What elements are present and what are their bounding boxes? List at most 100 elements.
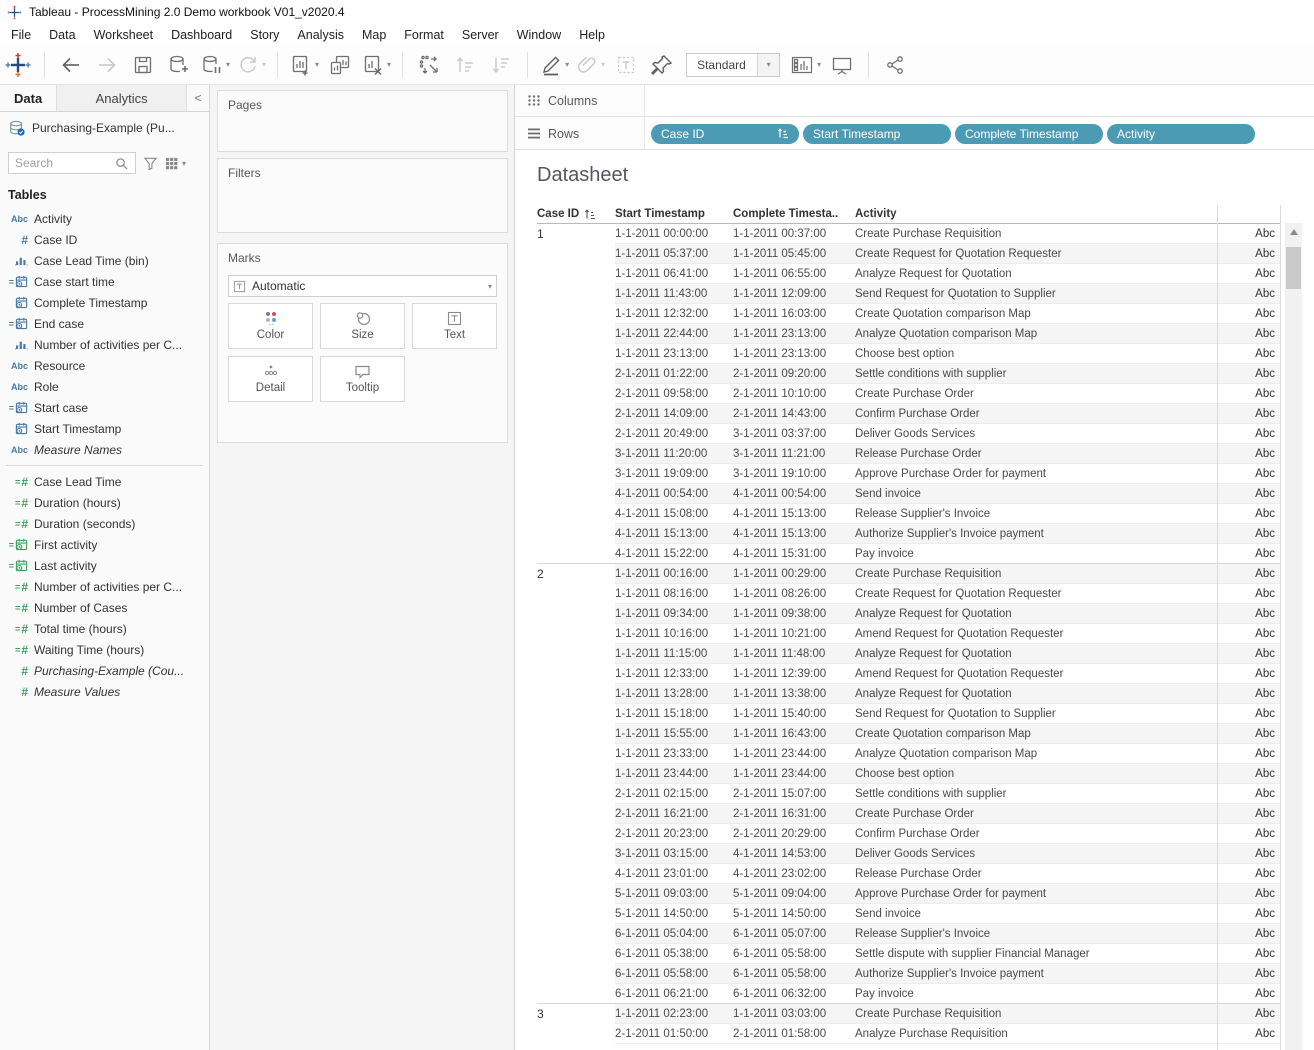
complete-timestamp-cell[interactable]: 4-1-2011 15:13:00 [733, 504, 855, 524]
menu-format[interactable]: Format [395, 26, 453, 44]
case-id-cell[interactable] [537, 864, 615, 884]
view-options-button[interactable]: ▾ [165, 156, 186, 170]
abc-mark-cell[interactable]: Abc [1217, 444, 1280, 464]
case-id-cell[interactable] [537, 604, 615, 624]
field-item[interactable]: =#Duration (hours) [0, 492, 209, 513]
field-item[interactable]: =#Waiting Time (hours) [0, 639, 209, 660]
text-button[interactable]: Text [412, 303, 497, 349]
case-id-cell[interactable] [537, 784, 615, 804]
start-timestamp-cell[interactable]: 1-1-2011 09:34:00 [615, 604, 733, 624]
complete-timestamp-cell[interactable]: 1-1-2011 12:09:00 [733, 284, 855, 304]
complete-timestamp-cell[interactable]: 1-1-2011 11:48:00 [733, 644, 855, 664]
abc-mark-cell[interactable]: Abc [1217, 524, 1280, 544]
start-timestamp-cell[interactable]: 1-1-2011 06:41:00 [615, 264, 733, 284]
case-id-cell[interactable] [537, 544, 615, 564]
abc-mark-cell[interactable]: Abc [1217, 924, 1280, 944]
case-id-cell[interactable] [537, 444, 615, 464]
tab-analytics[interactable]: Analytics [56, 85, 187, 111]
activity-cell[interactable]: Choose best option [855, 344, 1217, 364]
complete-timestamp-cell[interactable]: 1-1-2011 09:38:00 [733, 604, 855, 624]
sort-descending-button[interactable] [486, 50, 516, 80]
abc-mark-cell[interactable]: Abc [1217, 244, 1280, 264]
activity-cell[interactable]: Approve Purchase Order for payment [855, 884, 1217, 904]
case-id-cell[interactable] [537, 484, 615, 504]
abc-mark-cell[interactable]: Abc [1217, 604, 1280, 624]
menu-window[interactable]: Window [508, 26, 570, 44]
field-item[interactable]: =#Case Lead Time [0, 471, 209, 492]
start-timestamp-cell[interactable]: 2-1-2011 09:58:00 [615, 384, 733, 404]
activity-cell[interactable]: Amend Request for Quotation Requester [855, 624, 1217, 644]
case-id-cell[interactable] [537, 924, 615, 944]
complete-timestamp-cell[interactable]: 1-1-2011 06:55:00 [733, 264, 855, 284]
rows-shelf-content[interactable]: Case IDStart TimestampComplete Timestamp… [645, 118, 1314, 149]
case-id-cell[interactable] [537, 904, 615, 924]
complete-timestamp-cell[interactable]: 4-1-2011 14:53:00 [733, 844, 855, 864]
activity-cell[interactable]: Create Request for Quotation Requester [855, 584, 1217, 604]
data-source-item[interactable]: Purchasing-Example (Pu... [0, 114, 209, 142]
complete-timestamp-cell[interactable]: 6-1-2011 05:07:00 [733, 924, 855, 944]
activity-cell[interactable]: Authorize Supplier's Invoice payment [855, 524, 1217, 544]
complete-timestamp-cell[interactable]: 6-1-2011 05:58:00 [733, 964, 855, 984]
case-id-cell[interactable] [537, 1024, 615, 1044]
abc-mark-cell[interactable]: Abc [1217, 1004, 1280, 1024]
activity-cell[interactable]: Create Purchase Order [855, 384, 1217, 404]
rows-shelf[interactable]: Rows Case IDStart TimestampComplete Time… [515, 118, 1314, 150]
filter-fields-button[interactable] [143, 156, 158, 170]
case-id-cell[interactable] [537, 424, 615, 444]
abc-mark-cell[interactable]: Abc [1217, 504, 1280, 524]
color-button[interactable]: Color [228, 303, 313, 349]
activity-cell[interactable]: Send Request for Quotation to Supplier [855, 284, 1217, 304]
activity-cell[interactable]: Confirm Purchase Order [855, 824, 1217, 844]
field-item[interactable]: =#Duration (seconds) [0, 513, 209, 534]
abc-mark-cell[interactable]: Abc [1217, 724, 1280, 744]
case-id-cell[interactable] [537, 664, 615, 684]
abc-mark-cell[interactable]: Abc [1217, 644, 1280, 664]
start-timestamp-cell[interactable]: 6-1-2011 05:38:00 [615, 944, 733, 964]
case-id-cell[interactable] [537, 364, 615, 384]
activity-cell[interactable]: Analyze Request for Quotation [855, 604, 1217, 624]
case-id-cell[interactable]: 3 [537, 1004, 615, 1024]
search-input[interactable] [9, 156, 115, 170]
column-header-activity[interactable]: Activity [855, 205, 1217, 224]
case-id-cell[interactable] [537, 944, 615, 964]
case-id-cell[interactable] [537, 724, 615, 744]
complete-timestamp-cell[interactable]: 1-1-2011 05:45:00 [733, 244, 855, 264]
menu-map[interactable]: Map [353, 26, 395, 44]
new-worksheet-button[interactable]: ▾ [289, 50, 319, 80]
highlight-button[interactable]: ▾ [539, 50, 569, 80]
activity-cell[interactable]: Send Request for Quotation to Supplier [855, 704, 1217, 724]
case-id-cell[interactable] [537, 464, 615, 484]
show-mark-labels-button[interactable] [611, 50, 641, 80]
start-timestamp-cell[interactable]: 4-1-2011 15:08:00 [615, 504, 733, 524]
abc-mark-cell[interactable]: Abc [1217, 984, 1280, 1004]
columns-shelf-content[interactable] [645, 85, 1314, 116]
menu-story[interactable]: Story [241, 26, 288, 44]
field-item[interactable]: =Start case [0, 397, 209, 418]
activity-cell[interactable]: Create Purchase Requisition [855, 1004, 1217, 1024]
complete-timestamp-cell[interactable]: 1-1-2011 03:03:00 [733, 1004, 855, 1024]
save-button[interactable] [128, 50, 158, 80]
case-id-cell[interactable] [537, 264, 615, 284]
abc-mark-cell[interactable]: Abc [1217, 544, 1280, 564]
size-button[interactable]: Size [320, 303, 405, 349]
abc-mark-cell[interactable]: Abc [1217, 284, 1280, 304]
complete-timestamp-cell[interactable]: 1-1-2011 16:03:00 [733, 304, 855, 324]
activity-cell[interactable]: Analyze Request for Quotation [855, 644, 1217, 664]
field-item[interactable]: Complete Timestamp [0, 292, 209, 313]
case-id-cell[interactable] [537, 584, 615, 604]
activity-cell[interactable]: Release Purchase Order [855, 444, 1217, 464]
abc-mark-cell[interactable]: Abc [1217, 864, 1280, 884]
abc-mark-cell[interactable]: Abc [1217, 364, 1280, 384]
complete-timestamp-cell[interactable]: 6-1-2011 06:32:00 [733, 984, 855, 1004]
abc-mark-cell[interactable]: Abc [1217, 884, 1280, 904]
clear-sheet-button[interactable]: ▾ [361, 50, 391, 80]
case-id-cell[interactable] [537, 324, 615, 344]
abc-mark-cell[interactable]: Abc [1217, 784, 1280, 804]
case-id-cell[interactable] [537, 644, 615, 664]
complete-timestamp-cell[interactable]: 4-1-2011 15:13:00 [733, 524, 855, 544]
scrollbar-up-button[interactable] [1285, 223, 1302, 240]
start-timestamp-cell[interactable]: 2-1-2011 20:23:00 [615, 824, 733, 844]
activity-cell[interactable]: Choose best option [855, 764, 1217, 784]
complete-timestamp-cell[interactable]: 1-1-2011 23:13:00 [733, 344, 855, 364]
start-timestamp-cell[interactable]: 2-1-2011 20:49:00 [615, 424, 733, 444]
